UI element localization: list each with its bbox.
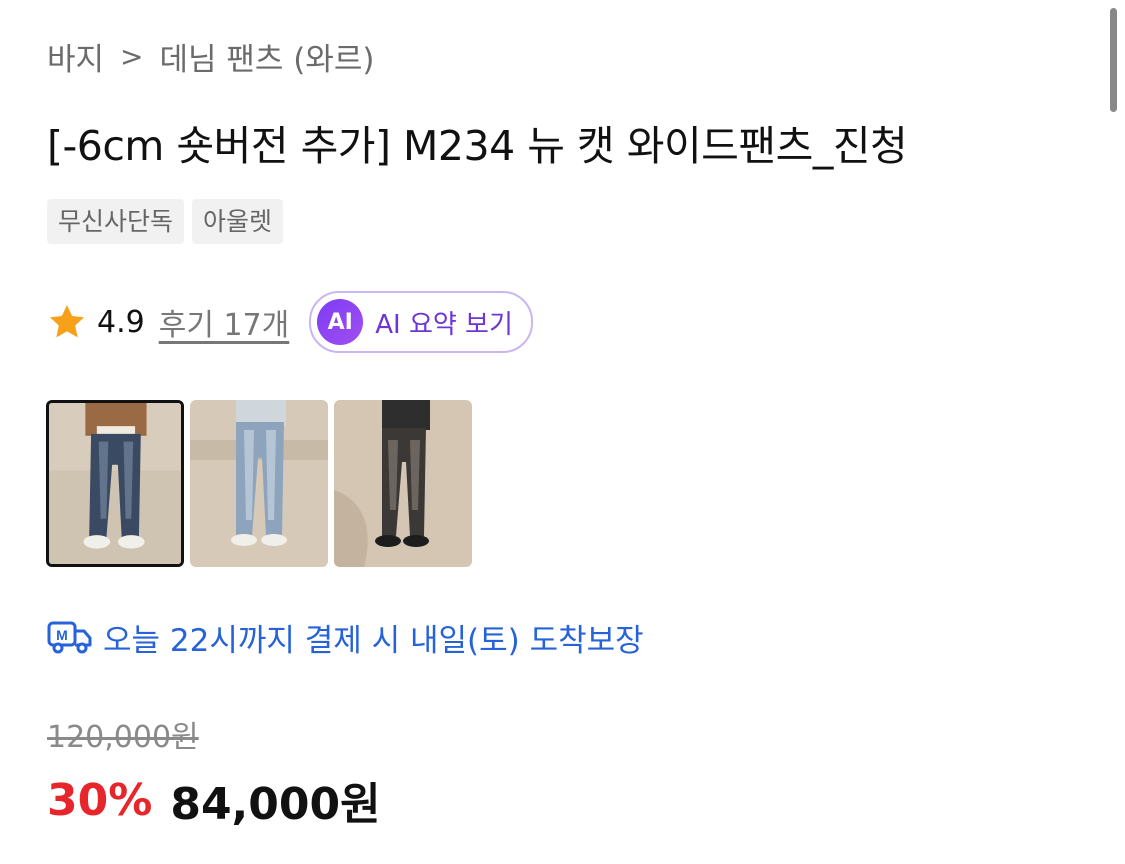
breadcrumb-item-denim-pants[interactable]: 데님 팬츠 (와르): [160, 34, 375, 79]
tag-exclusive: 무신사단독: [47, 199, 185, 244]
ai-icon: AI: [317, 299, 364, 345]
tag-outlet: 아울렛: [192, 199, 284, 244]
product-photo-3: [334, 400, 472, 567]
discount-rate: 30%: [47, 774, 153, 826]
scrollbar[interactable]: [1110, 8, 1117, 112]
ai-summary-label: AI 요약 보기: [375, 309, 513, 340]
reviews-link[interactable]: 후기 17개: [159, 300, 290, 344]
price-row: 30% 84,000원: [47, 768, 381, 832]
star-icon: [50, 305, 84, 338]
delivery-text: 오늘 22시까지 결제 시 내일(토) 도착보장: [103, 622, 644, 659]
product-photo-2: [190, 400, 328, 567]
delivery-guarantee: M 오늘 22시까지 결제 시 내일(토) 도착보장: [47, 612, 644, 662]
rating-row: 4.9 후기 17개 AI AI 요약 보기: [47, 291, 533, 353]
product-photo-1: [49, 403, 181, 564]
thumbnail-3[interactable]: [334, 400, 472, 567]
chevron-right-icon: >: [120, 39, 144, 73]
ai-summary-button[interactable]: AI AI 요약 보기: [309, 291, 533, 353]
breadcrumb-item-pants[interactable]: 바지: [47, 34, 104, 79]
sale-price: 84,000원: [170, 779, 381, 830]
breadcrumb: 바지 > 데님 팬츠 (와르): [47, 34, 375, 78]
thumbnail-1[interactable]: [46, 400, 184, 567]
product-title: [-6cm 숏버전 추가] M234 뉴 캣 와이드팬츠_진청: [47, 122, 908, 170]
original-price: 120,000원: [47, 720, 199, 755]
delivery-truck-icon: M: [47, 621, 92, 654]
product-tags: 무신사단독 아울렛: [47, 199, 284, 244]
rating-score: 4.9: [97, 304, 145, 340]
svg-text:M: M: [56, 627, 68, 643]
thumbnail-2[interactable]: [190, 400, 328, 567]
thumbnail-list: [46, 400, 472, 567]
